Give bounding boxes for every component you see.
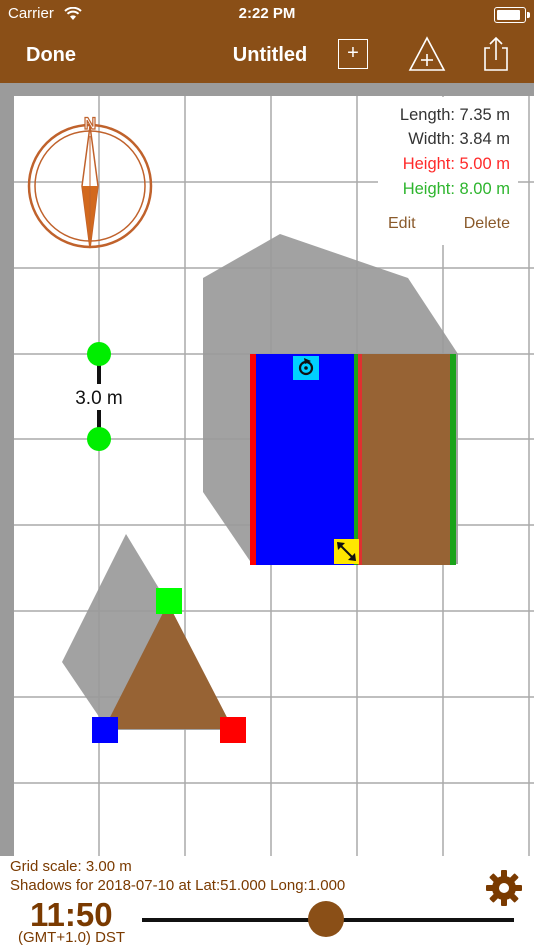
height-green-readout: Height: 8.00 m: [402, 180, 510, 198]
building-roof[interactable]: [358, 354, 456, 565]
scale-handle-bottom[interactable]: [87, 427, 111, 451]
bottom-panel: Grid scale: 3.00 m Shadows for 2018-07-1…: [0, 856, 534, 950]
building-ridge-red[interactable]: [358, 354, 362, 565]
width-readout: Width: 3.84 m: [408, 130, 510, 148]
triangle-handle-blue[interactable]: [92, 717, 118, 743]
timezone-label: (GMT+1.0) DST: [18, 929, 126, 946]
edit-button[interactable]: Edit: [388, 215, 416, 233]
rotate-icon[interactable]: [293, 356, 319, 380]
scale-label: 3.0 m: [75, 388, 123, 409]
time-slider[interactable]: [142, 901, 514, 937]
resize-icon[interactable]: [334, 539, 359, 564]
building[interactable]: [250, 354, 456, 565]
shadows-info: Shadows for 2018-07-10 at Lat:51.000 Lon…: [10, 877, 346, 894]
slider-thumb[interactable]: [308, 901, 345, 937]
map-canvas[interactable]: 3.0 m N Length: 7.35 m Width: 3.84 m Hei…: [0, 83, 534, 856]
nav-bar: Done Untitled +: [0, 28, 534, 83]
info-panel: Length: 7.35 m Width: 3.84 m Height: 5.0…: [378, 97, 518, 245]
building-wall-blue[interactable]: [252, 354, 358, 565]
status-bar: Carrier 2:22 PM: [0, 0, 534, 28]
done-button[interactable]: Done: [26, 44, 76, 67]
page-title[interactable]: Untitled: [205, 44, 335, 67]
building-edge-red[interactable]: [250, 354, 256, 565]
building-edge-green[interactable]: [450, 354, 456, 565]
status-time: 2:22 PM: [238, 5, 296, 22]
delete-button[interactable]: Delete: [464, 215, 510, 233]
triangle-handle-green[interactable]: [156, 588, 182, 614]
share-icon[interactable]: [482, 36, 510, 72]
grid-scale-label: Grid scale: 3.00 m: [10, 858, 132, 875]
height-red-readout: Height: 5.00 m: [402, 155, 510, 173]
compass-north-label: N: [84, 114, 96, 133]
triangle-handle-red[interactable]: [220, 717, 246, 743]
gear-icon[interactable]: [484, 868, 524, 908]
battery-icon: [494, 7, 530, 23]
add-shape-icon[interactable]: +: [338, 39, 368, 69]
length-readout: Length: 7.35 m: [399, 106, 510, 124]
slider-fill: [142, 918, 327, 922]
scale-handle-top[interactable]: [87, 342, 111, 366]
add-triangle-icon[interactable]: [408, 36, 446, 72]
building-ridge-green[interactable]: [354, 354, 358, 565]
